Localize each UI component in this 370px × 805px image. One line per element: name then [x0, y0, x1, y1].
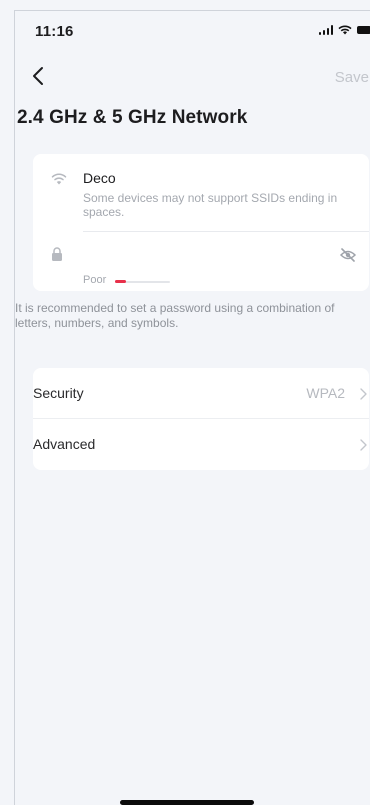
page-title: 2.4 GHz & 5 GHz Network — [17, 107, 248, 128]
status-time: 11:16 — [35, 23, 74, 40]
ssid-field[interactable]: Deco — [83, 170, 116, 186]
settings-card: Security WPA2 Advanced — [33, 368, 369, 470]
app-screen: 11:16 Save 2.4 GHz & 5 GHz Network Deco … — [14, 10, 370, 805]
security-value: WPA2 — [306, 385, 345, 401]
wifi-icon — [51, 173, 67, 185]
password-strength-fill — [115, 280, 126, 283]
status-bar: 11:16 — [15, 11, 370, 55]
advanced-label: Advanced — [33, 436, 96, 452]
nav-bar: Save — [15, 59, 370, 95]
wifi-status-icon — [338, 25, 352, 35]
network-card: Deco Some devices may not support SSIDs … — [33, 154, 369, 291]
save-button[interactable]: Save — [335, 69, 369, 86]
status-icons — [318, 25, 370, 35]
battery-icon — [357, 26, 370, 34]
password-strength-label: Poor — [83, 274, 107, 286]
divider — [83, 231, 369, 232]
password-hint: It is recommended to set a password usin… — [15, 301, 335, 330]
ssid-note: Some devices may not support SSIDs endin… — [83, 191, 338, 219]
password-strength-bar — [115, 280, 170, 283]
chevron-right-icon — [360, 439, 367, 451]
chevron-right-icon — [360, 388, 367, 400]
security-row[interactable]: Security WPA2 — [33, 368, 369, 419]
advanced-row[interactable]: Advanced — [33, 419, 369, 470]
security-label: Security — [33, 385, 84, 401]
signal-icon — [318, 25, 333, 35]
eye-off-icon[interactable] — [339, 247, 357, 263]
lock-icon — [52, 247, 62, 261]
back-chevron-icon[interactable] — [29, 63, 49, 89]
home-indicator — [120, 800, 254, 805]
